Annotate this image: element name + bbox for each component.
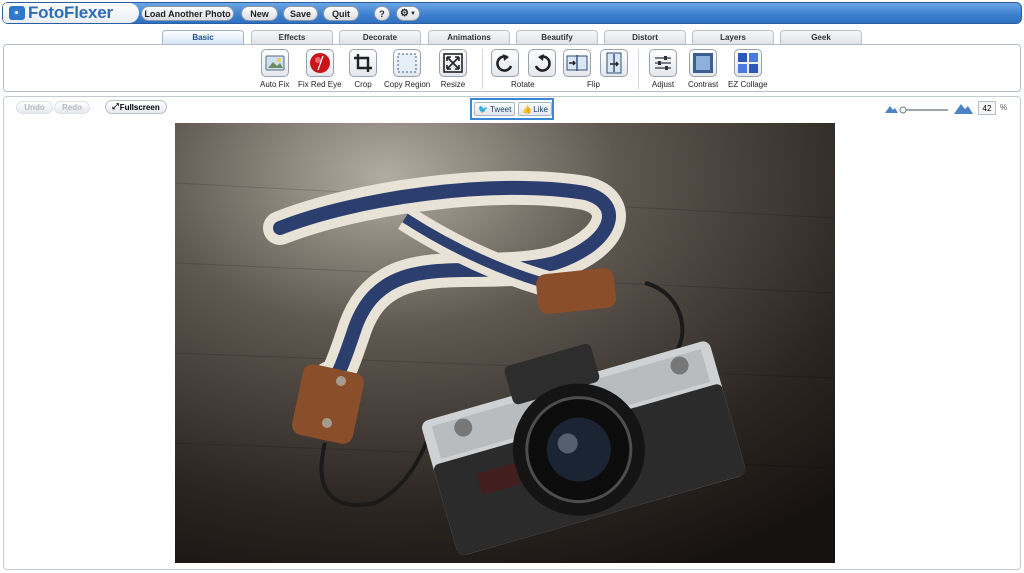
adjust-tool[interactable]: Adjust (649, 49, 677, 89)
resize-label: Resize (440, 80, 466, 89)
zoom-slider-handle (899, 106, 907, 114)
camera-logo-icon (9, 6, 25, 20)
auto-fix-label: Auto Fix (260, 80, 290, 89)
logo: FotoFlexer (3, 3, 139, 23)
flip-vertical-button[interactable] (600, 49, 628, 77)
auto-fix-icon (260, 49, 289, 77)
like-button[interactable]: 👍 Like (518, 102, 552, 116)
crop-icon (349, 49, 377, 77)
gear-icon: ⚙ (400, 7, 409, 19)
flip-vertical-icon (600, 49, 628, 77)
red-eye-icon (305, 49, 334, 77)
ez-collage-label: EZ Collage (728, 80, 768, 89)
crop-label: Crop (354, 80, 372, 89)
quit-button[interactable]: Quit (323, 6, 359, 21)
save-button[interactable]: Save (283, 6, 318, 21)
fix-red-eye-tool[interactable]: Fix Red Eye (298, 49, 342, 89)
flip-horizontal-icon (563, 49, 591, 77)
tab-layers[interactable]: Layers (692, 30, 774, 44)
rotate-label: Rotate (511, 80, 535, 89)
sliders-icon (649, 49, 677, 77)
zoom-unit: % (1000, 103, 1008, 112)
contrast-tool[interactable]: Contrast (688, 49, 718, 89)
photo-canvas[interactable] (175, 123, 835, 563)
resize-tool[interactable]: Resize (439, 49, 467, 89)
app-name: FotoFlexer (28, 3, 113, 22)
tweet-button[interactable]: 🐦 Tweet (474, 102, 516, 116)
zoom-out-mountain-icon (885, 106, 898, 113)
rotate-left-button[interactable] (491, 49, 519, 77)
like-label: Like (533, 104, 548, 114)
flip-label: Flip (587, 80, 600, 89)
fullscreen-button[interactable]: ⤢ Fullscreen (105, 100, 167, 114)
fullscreen-icon: ⤢ (112, 102, 119, 111)
tool-panel: Auto Fix Fix Red Eye Crop Copy Region Re… (3, 44, 1021, 92)
zoom-in-mountain-icon (954, 104, 973, 114)
share-bar: 🐦 Tweet 👍 Like (470, 98, 554, 120)
twitter-bird-icon: 🐦 (478, 104, 488, 114)
tab-basic[interactable]: Basic (162, 30, 244, 44)
divider (482, 49, 483, 89)
top-bar: FotoFlexer Load Another Photo New Save Q… (2, 2, 1022, 24)
tweet-label: Tweet (489, 104, 512, 114)
tab-effects[interactable]: Effects (251, 30, 333, 44)
resize-icon (439, 49, 467, 77)
thumbs-up-icon: 👍 (522, 104, 533, 114)
tab-geek[interactable]: Geek (780, 30, 862, 44)
collage-icon (733, 49, 762, 77)
copy-region-label: Copy Region (384, 80, 431, 89)
contrast-label: Contrast (688, 80, 719, 89)
copy-region-tool[interactable]: Copy Region (384, 49, 430, 89)
help-button[interactable]: ? (374, 6, 390, 21)
load-another-photo-button[interactable]: Load Another Photo (141, 6, 234, 21)
fix-red-eye-label: Fix Red Eye (298, 80, 342, 89)
category-tabs: Basic Effects Decorate Animations Beauti… (0, 30, 1024, 44)
flip-horizontal-button[interactable] (563, 49, 591, 77)
zoom-input[interactable]: 42 (978, 101, 996, 115)
adjust-label: Adjust (651, 80, 675, 89)
rotate-left-icon (491, 49, 519, 77)
undo-button[interactable]: Undo (16, 101, 53, 114)
rotate-right-button[interactable] (528, 49, 556, 77)
tab-distort[interactable]: Distort (604, 30, 686, 44)
crop-tool[interactable]: Crop (349, 49, 377, 89)
divider (638, 49, 639, 89)
ez-collage-tool[interactable]: EZ Collage (728, 49, 768, 89)
new-button[interactable]: New (241, 6, 278, 21)
auto-fix-tool[interactable]: Auto Fix (260, 49, 289, 89)
fullscreen-label: Fullscreen (119, 102, 160, 112)
contrast-icon (689, 49, 718, 77)
rotate-right-icon (528, 49, 556, 77)
redo-button[interactable]: Redo (54, 101, 90, 114)
tab-decorate[interactable]: Decorate (339, 30, 421, 44)
camera-photo (175, 123, 835, 563)
tab-animations[interactable]: Animations (428, 30, 510, 44)
settings-button[interactable]: ⚙ ▼ (396, 6, 420, 21)
zoom-control: 42 % (884, 101, 1014, 115)
tab-beautify[interactable]: Beautify (516, 30, 598, 44)
chevron-down-icon: ▼ (410, 10, 416, 17)
selection-icon (393, 49, 422, 77)
